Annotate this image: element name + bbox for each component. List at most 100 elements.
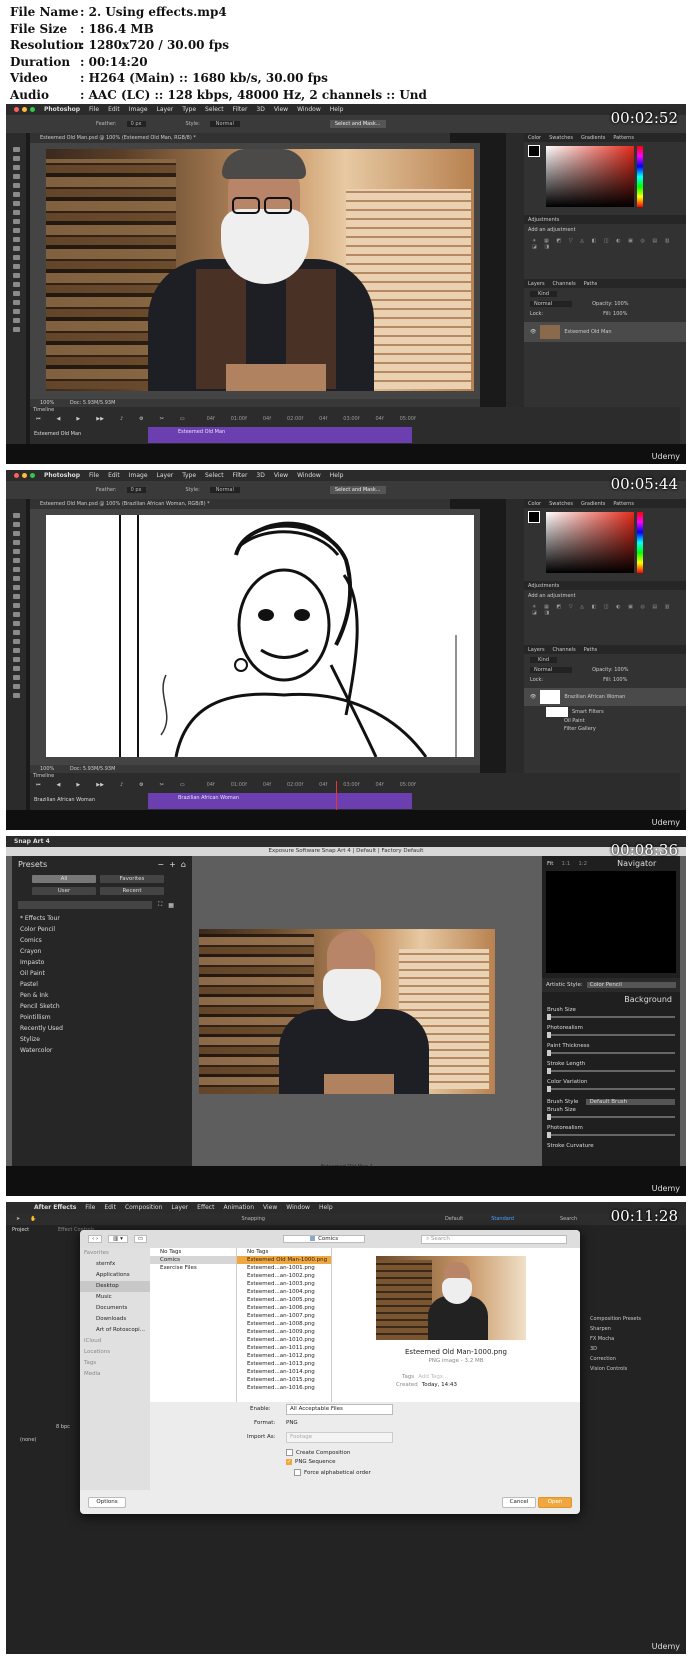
select-and-mask-button[interactable]: Select and Mask... bbox=[329, 120, 386, 128]
photorealism-slider-2[interactable] bbox=[547, 1132, 675, 1138]
tab-channels[interactable]: Channels bbox=[553, 647, 576, 653]
column-item[interactable]: Comics bbox=[150, 1256, 236, 1264]
bg-panel-item[interactable]: FX Mocha bbox=[590, 1334, 680, 1344]
layer-row[interactable]: 👁 Esteemed Old Man bbox=[524, 322, 686, 342]
preset-item[interactable]: * Effects Tour bbox=[12, 913, 192, 924]
import-as-select[interactable]: Footage bbox=[286, 1432, 393, 1443]
preset-item[interactable]: Watercolor bbox=[12, 1045, 192, 1056]
marquee-tool-icon[interactable] bbox=[12, 522, 20, 527]
document-tab[interactable]: Esteemed Old Man.psd @ 100% (Brazilian A… bbox=[30, 499, 450, 509]
sidebar-item[interactable]: Downloads bbox=[80, 1314, 150, 1325]
adjustment-icons[interactable]: ☀ ▦ ◩ ▽ ◬ ◧ ◫ ◐ ▣ ◎ ▤ ▥ ◪ ◨ bbox=[524, 236, 686, 252]
preset-item[interactable]: Recently Used bbox=[12, 1023, 192, 1034]
shape-tool-icon[interactable] bbox=[12, 675, 20, 680]
menu-select[interactable]: Select bbox=[205, 472, 224, 479]
preset-item[interactable]: Color Pencil bbox=[12, 924, 192, 935]
workspace-default[interactable]: Default bbox=[445, 1216, 463, 1222]
paint-thickness-slider[interactable] bbox=[547, 1050, 675, 1056]
select-and-mask-button[interactable]: Select and Mask... bbox=[329, 486, 386, 494]
menu-edit[interactable]: Edit bbox=[108, 106, 120, 113]
snapping-toggle[interactable]: Snapping bbox=[241, 1216, 265, 1222]
menu-help[interactable]: Help bbox=[319, 1204, 333, 1211]
preset-item[interactable]: Stylize bbox=[12, 1034, 192, 1045]
png-sequence-row[interactable]: ✓ PNG Sequence bbox=[286, 1459, 336, 1465]
preset-search-input[interactable] bbox=[18, 901, 152, 909]
menu-3d[interactable]: 3D bbox=[256, 472, 264, 479]
back-forward-icon[interactable]: ‹ › bbox=[88, 1235, 103, 1243]
layer-name[interactable]: Esteemed Old Man bbox=[564, 329, 611, 335]
tab-paths[interactable]: Paths bbox=[584, 647, 598, 653]
kind-filter[interactable]: Kind bbox=[530, 291, 558, 297]
adjustments-header[interactable]: Adjustments bbox=[524, 581, 686, 590]
blur-tool-icon[interactable] bbox=[12, 264, 20, 269]
file-item[interactable]: Esteemed...an-1015.png bbox=[237, 1376, 331, 1384]
preset-item[interactable]: Oil Paint bbox=[12, 968, 192, 979]
filter-user-button[interactable]: User bbox=[32, 887, 96, 895]
eyedropper-icon[interactable] bbox=[12, 201, 20, 206]
feather-input[interactable]: 0 px bbox=[126, 121, 146, 127]
navigator-preview[interactable] bbox=[546, 871, 676, 973]
next-frame-icon[interactable]: ▶▶ bbox=[96, 416, 104, 422]
bg-bit-depth[interactable]: 8 bpc bbox=[56, 1424, 70, 1430]
hue-slider[interactable] bbox=[637, 146, 643, 207]
file-item-selected[interactable]: Esteemed Old Man-1000.png bbox=[237, 1256, 331, 1264]
preview-image-old-man[interactable] bbox=[199, 929, 495, 1094]
document-image-old-man[interactable] bbox=[46, 149, 474, 391]
prev-frame-icon[interactable]: ◀ bbox=[57, 782, 61, 788]
color-picker-field[interactable] bbox=[546, 512, 634, 573]
type-tool-icon[interactable] bbox=[12, 657, 20, 662]
file-item[interactable]: Esteemed...an-1006.png bbox=[237, 1304, 331, 1312]
file-item[interactable]: Esteemed...an-1007.png bbox=[237, 1312, 331, 1320]
menu-3d[interactable]: 3D bbox=[256, 106, 264, 113]
sidebar-item[interactable]: sternfx bbox=[80, 1259, 150, 1270]
hand-tool-icon[interactable]: ✋ bbox=[30, 1216, 36, 1222]
file-item[interactable]: Esteemed...an-1014.png bbox=[237, 1368, 331, 1376]
transition-icon[interactable]: ▭ bbox=[180, 416, 185, 422]
menu-edit[interactable]: Edit bbox=[104, 1204, 116, 1211]
sidebar-item[interactable]: Applications bbox=[80, 1270, 150, 1281]
bg-comp-none[interactable]: (none) bbox=[20, 1437, 36, 1443]
tab-gradients[interactable]: Gradients bbox=[581, 135, 605, 141]
menu-window[interactable]: Window bbox=[286, 1204, 310, 1211]
menu-window[interactable]: Window bbox=[297, 106, 321, 113]
brush-size-slider-2[interactable] bbox=[547, 1114, 675, 1120]
color-picker-field[interactable] bbox=[546, 146, 634, 207]
marquee-tool-icon[interactable] bbox=[12, 156, 20, 161]
cancel-button[interactable]: Cancel bbox=[502, 1497, 536, 1508]
menu-edit[interactable]: Edit bbox=[108, 472, 120, 479]
healing-brush-icon[interactable] bbox=[12, 210, 20, 215]
lasso-tool-icon[interactable] bbox=[12, 531, 20, 536]
shape-tool-icon[interactable] bbox=[12, 309, 20, 314]
history-brush-icon[interactable] bbox=[12, 603, 20, 608]
play-icon[interactable]: ▶ bbox=[76, 416, 80, 422]
blend-mode-select[interactable]: Normal bbox=[530, 667, 573, 673]
tags-input[interactable]: Add Tags... bbox=[418, 1374, 448, 1380]
zoom-1-2-button[interactable]: 1:2 bbox=[578, 861, 587, 867]
menu-animation[interactable]: Animation bbox=[223, 1204, 254, 1211]
kind-filter[interactable]: Kind bbox=[530, 657, 558, 663]
sidebar-item[interactable]: Desktop bbox=[80, 1281, 150, 1292]
view-mode-icon[interactable]: ▥ ▾ bbox=[108, 1235, 128, 1243]
zoom-1-1-button[interactable]: 1:1 bbox=[561, 861, 570, 867]
menu-layer[interactable]: Layer bbox=[157, 472, 174, 479]
bg-panel-item[interactable]: 3D bbox=[590, 1344, 680, 1354]
stamp-tool-icon[interactable] bbox=[12, 594, 20, 599]
adjustment-icons[interactable]: ☀ ▦ ◩ ▽ ◬ ◧ ◫ ◐ ▣ ◎ ▤ ▥ ◪ ◨ bbox=[524, 602, 686, 618]
file-item[interactable]: Esteemed...an-1011.png bbox=[237, 1344, 331, 1352]
bg-panel-item[interactable]: Correction bbox=[590, 1354, 680, 1364]
menu-help[interactable]: Help bbox=[330, 106, 344, 113]
preset-item[interactable]: Pastel bbox=[12, 979, 192, 990]
audio-icon[interactable]: ♪ bbox=[120, 416, 123, 422]
new-folder-icon[interactable]: ▭ bbox=[133, 1235, 148, 1243]
eyedropper-icon[interactable] bbox=[12, 567, 20, 572]
file-item[interactable]: Esteemed...an-1010.png bbox=[237, 1336, 331, 1344]
file-item[interactable]: Esteemed...an-1008.png bbox=[237, 1320, 331, 1328]
workspace-standard[interactable]: Standard bbox=[491, 1216, 514, 1222]
fill-field[interactable]: Fill: 100% bbox=[603, 677, 627, 683]
move-tool-icon[interactable] bbox=[12, 147, 20, 152]
column-item[interactable]: Exercise Files bbox=[150, 1264, 236, 1272]
menu-filter[interactable]: Filter bbox=[233, 106, 248, 113]
filter-recent-button[interactable]: Recent bbox=[100, 887, 164, 895]
file-item[interactable]: Esteemed...an-1005.png bbox=[237, 1296, 331, 1304]
location-select[interactable]: Comics bbox=[283, 1235, 366, 1243]
